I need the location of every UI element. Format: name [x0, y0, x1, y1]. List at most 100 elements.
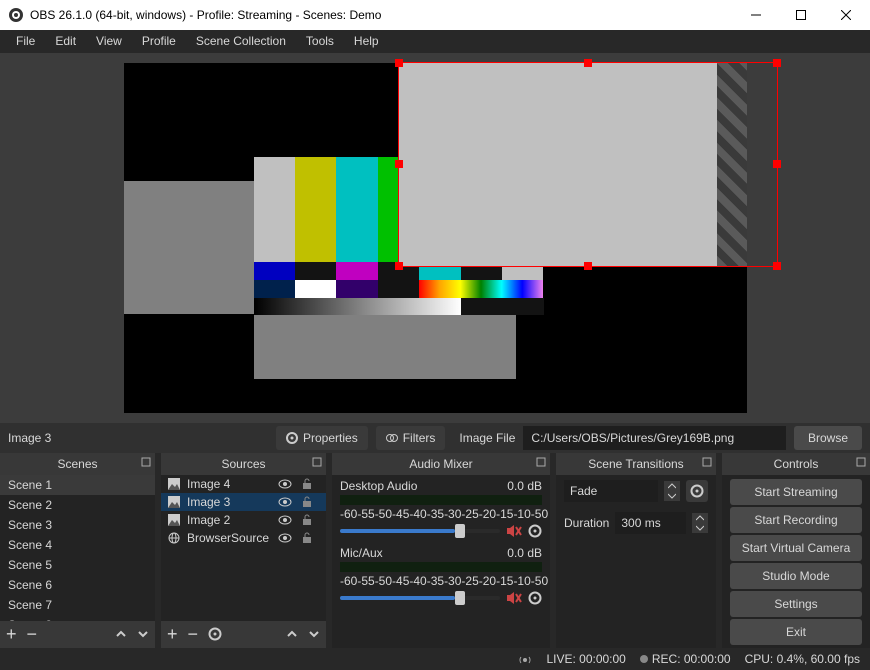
mute-button[interactable] — [506, 524, 522, 538]
source-row[interactable]: Image 4 — [161, 475, 326, 493]
lock-toggle[interactable] — [302, 478, 320, 490]
resize-handle-nw[interactable] — [395, 59, 403, 67]
preview-area[interactable] — [0, 53, 870, 423]
properties-button[interactable]: Properties — [276, 426, 368, 450]
popout-icon[interactable] — [141, 457, 151, 467]
browse-button[interactable]: Browse — [794, 426, 862, 450]
db-scale: -60-55-50-45-40-35-30-25-20-15-10-50 — [340, 574, 542, 588]
scenes-header: Scenes — [0, 453, 155, 475]
scene-up-button[interactable] — [115, 628, 127, 640]
source-row[interactable]: Image 2 — [161, 511, 326, 529]
visibility-toggle[interactable] — [278, 479, 296, 489]
image-file-input[interactable] — [523, 426, 786, 450]
scene-item[interactable]: Scene 3 — [0, 515, 155, 535]
menu-edit[interactable]: Edit — [45, 30, 86, 52]
start-recording-button[interactable]: Start Recording — [730, 507, 862, 533]
scene-item[interactable]: Scene 5 — [0, 555, 155, 575]
lock-toggle[interactable] — [302, 514, 320, 526]
popout-icon[interactable] — [702, 457, 712, 467]
maximize-button[interactable] — [778, 0, 823, 30]
resize-handle-se[interactable] — [773, 262, 781, 270]
menu-tools[interactable]: Tools — [296, 30, 344, 52]
resize-handle-s[interactable] — [584, 262, 592, 270]
gear-icon — [286, 432, 298, 444]
lock-toggle[interactable] — [302, 532, 320, 544]
selected-source-label: Image 3 — [8, 431, 268, 445]
scene-item[interactable]: Scene 1 — [0, 475, 155, 495]
volume-slider[interactable] — [340, 596, 500, 600]
mute-button[interactable] — [506, 591, 522, 605]
cpu-status: CPU: 0.4%, 60.00 fps — [745, 652, 860, 666]
close-button[interactable] — [823, 0, 868, 30]
popout-icon[interactable] — [856, 457, 866, 467]
status-bar: LIVE: 00:00:00 REC: 00:00:00 CPU: 0.4%, … — [0, 648, 870, 670]
scene-item[interactable]: Scene 4 — [0, 535, 155, 555]
source-row[interactable]: Image 3 — [161, 493, 326, 511]
visibility-toggle[interactable] — [278, 497, 296, 507]
source-down-button[interactable] — [308, 628, 320, 640]
menu-bar: File Edit View Profile Scene Collection … — [0, 30, 870, 53]
studio-mode-button[interactable]: Studio Mode — [730, 563, 862, 589]
mixer-header: Audio Mixer — [332, 453, 550, 475]
controls-header: Controls — [722, 453, 870, 475]
exit-button[interactable]: Exit — [730, 619, 862, 645]
settings-button[interactable]: Settings — [730, 591, 862, 617]
duration-input[interactable]: 300 ms — [615, 512, 686, 534]
lock-toggle[interactable] — [302, 496, 320, 508]
popout-icon[interactable] — [536, 457, 546, 467]
minimize-button[interactable] — [733, 0, 778, 30]
popout-icon[interactable] — [312, 457, 322, 467]
channel-settings-button[interactable] — [528, 591, 542, 605]
live-status: LIVE: 00:00:00 — [546, 652, 625, 666]
remove-source-button[interactable]: − — [188, 624, 199, 645]
audio-mixer-panel: Audio Mixer Desktop Audio0.0 dB -60-55-5… — [332, 453, 550, 648]
resize-handle-ne[interactable] — [773, 59, 781, 67]
start-virtual-camera-button[interactable]: Start Virtual Camera — [730, 535, 862, 561]
transitions-header: Scene Transitions — [556, 453, 716, 475]
menu-file[interactable]: File — [6, 30, 45, 52]
resize-handle-e[interactable] — [773, 160, 781, 168]
resize-handle-sw[interactable] — [395, 262, 403, 270]
menu-scene-collection[interactable]: Scene Collection — [186, 30, 296, 52]
source-up-button[interactable] — [286, 628, 298, 640]
add-scene-button[interactable]: + — [6, 624, 17, 645]
filters-button[interactable]: Filters — [376, 426, 446, 450]
transition-select-arrows[interactable] — [664, 481, 680, 501]
image-file-label: Image File — [459, 431, 515, 445]
channel-db: 0.0 dB — [507, 479, 542, 493]
duration-label: Duration — [564, 516, 609, 530]
remove-scene-button[interactable]: − — [27, 624, 38, 645]
window-titlebar: OBS 26.1.0 (64-bit, windows) - Profile: … — [0, 0, 870, 30]
scene-item[interactable]: Scene 7 — [0, 595, 155, 615]
preview-canvas[interactable] — [124, 63, 747, 413]
volume-slider[interactable] — [340, 529, 500, 533]
db-scale: -60-55-50-45-40-35-30-25-20-15-10-50 — [340, 507, 542, 521]
rec-status: REC: 00:00:00 — [652, 652, 731, 666]
scenes-list[interactable]: Scene 1 Scene 2 Scene 3 Scene 4 Scene 5 … — [0, 475, 155, 621]
menu-help[interactable]: Help — [344, 30, 389, 52]
live-indicator — [518, 652, 532, 666]
visibility-toggle[interactable] — [278, 515, 296, 525]
source-row[interactable]: BrowserSource — [161, 529, 326, 547]
visibility-toggle[interactable] — [278, 533, 296, 543]
menu-profile[interactable]: Profile — [132, 30, 186, 52]
start-streaming-button[interactable]: Start Streaming — [730, 479, 862, 505]
transition-settings-button[interactable] — [686, 480, 708, 502]
selection-box[interactable] — [398, 62, 778, 267]
add-source-button[interactable]: + — [167, 624, 178, 645]
scene-item[interactable]: Scene 2 — [0, 495, 155, 515]
scene-item[interactable]: Scene 6 — [0, 575, 155, 595]
scene-down-button[interactable] — [137, 628, 149, 640]
globe-icon — [167, 531, 181, 545]
resize-handle-w[interactable] — [395, 160, 403, 168]
image-icon — [167, 513, 181, 527]
channel-settings-button[interactable] — [528, 524, 542, 538]
controls-panel: Controls Start Streaming Start Recording… — [722, 453, 870, 648]
source-grey-bottom — [254, 315, 516, 379]
transition-select[interactable]: Fade — [564, 480, 658, 502]
resize-handle-n[interactable] — [584, 59, 592, 67]
sources-list[interactable]: Image 4 Image 3 Image 2 BrowserSource — [161, 475, 326, 621]
source-settings-button[interactable] — [208, 627, 222, 641]
duration-spinner[interactable] — [692, 513, 708, 533]
menu-view[interactable]: View — [86, 30, 132, 52]
